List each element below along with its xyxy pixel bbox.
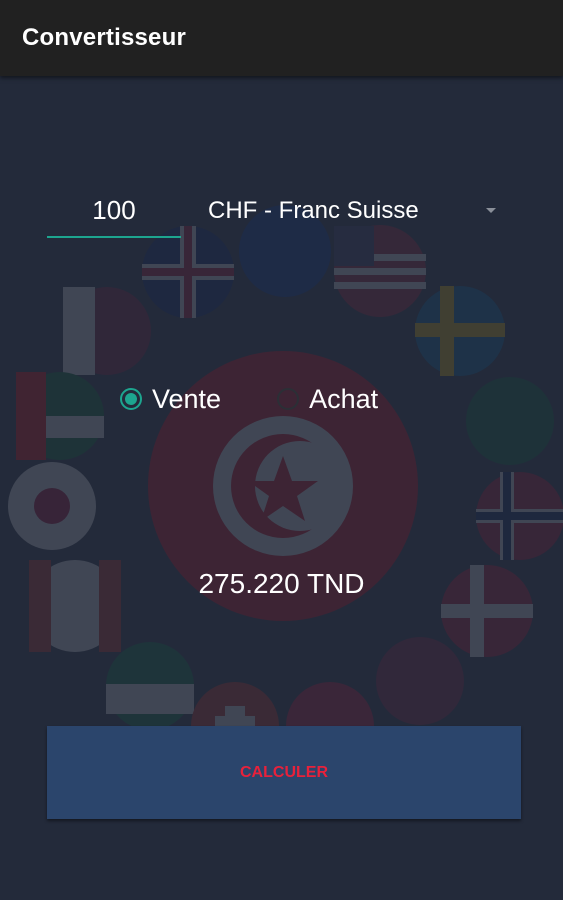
conversion-result: 275.220 TND (198, 568, 365, 599)
amount-field[interactable] (47, 186, 181, 238)
radio-checked-icon[interactable] (120, 388, 142, 410)
amount-input[interactable] (47, 186, 181, 234)
calculate-button[interactable]: CALCULER (47, 726, 521, 819)
radio-vente[interactable]: Vente (120, 384, 221, 415)
app-title: Convertisseur (22, 24, 186, 51)
radio-vente-label: Vente (152, 383, 222, 414)
converter-screen: CHF - Franc Suisse Vente Achat 275.220 T… (0, 76, 563, 900)
currency-dropdown[interactable]: CHF - Franc Suisse (198, 186, 508, 236)
radio-achat[interactable]: Achat (277, 384, 378, 415)
app-bar: Convertisseur (0, 0, 563, 76)
currency-selected-value: CHF - Franc Suisse (208, 197, 419, 224)
transaction-type-radio-group: Vente Achat (120, 376, 434, 422)
radio-achat-label: Achat (309, 383, 379, 414)
chevron-down-icon (486, 208, 496, 213)
radio-unchecked-icon[interactable] (277, 388, 300, 410)
